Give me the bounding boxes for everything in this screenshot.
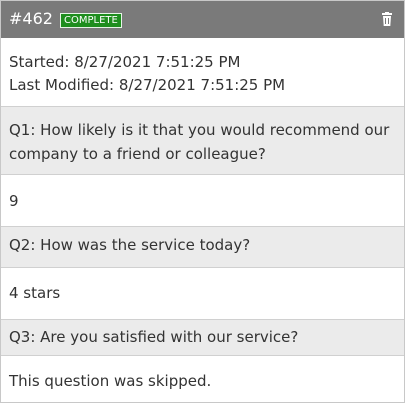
last-modified-text: Last Modified: 8/27/2021 7:51:25 PM: [9, 76, 286, 94]
answer-text: 9: [9, 192, 19, 210]
answer-text: This question was skipped.: [9, 372, 212, 390]
question-row-2: Q2: How was the service today?: [1, 227, 404, 267]
question-text: Q1: How likely is it that you would reco…: [9, 121, 390, 163]
status-badge: COMPLETE: [60, 13, 122, 28]
question-text: Q2: How was the service today?: [9, 236, 251, 254]
question-text: Q3: Are you satisfied with our service?: [9, 328, 299, 346]
response-header: #462 COMPLETE: [1, 1, 404, 38]
response-card: #462 COMPLETE Started: 8/27/2021 7:51:25…: [0, 0, 405, 403]
answer-text: 4 stars: [9, 284, 61, 302]
started-text: Started: 8/27/2021 7:51:25 PM: [9, 53, 241, 71]
answer-row-3: This question was skipped.: [1, 356, 404, 402]
question-row-1: Q1: How likely is it that you would reco…: [1, 107, 404, 174]
response-id: #462: [9, 9, 53, 28]
trash-icon: [382, 12, 392, 26]
answer-row-1: 9: [1, 175, 404, 226]
question-row-3: Q3: Are you satisfied with our service?: [1, 320, 404, 355]
delete-button[interactable]: [380, 12, 394, 28]
response-meta: Started: 8/27/2021 7:51:25 PM Last Modif…: [1, 38, 404, 106]
answer-row-2: 4 stars: [1, 268, 404, 319]
